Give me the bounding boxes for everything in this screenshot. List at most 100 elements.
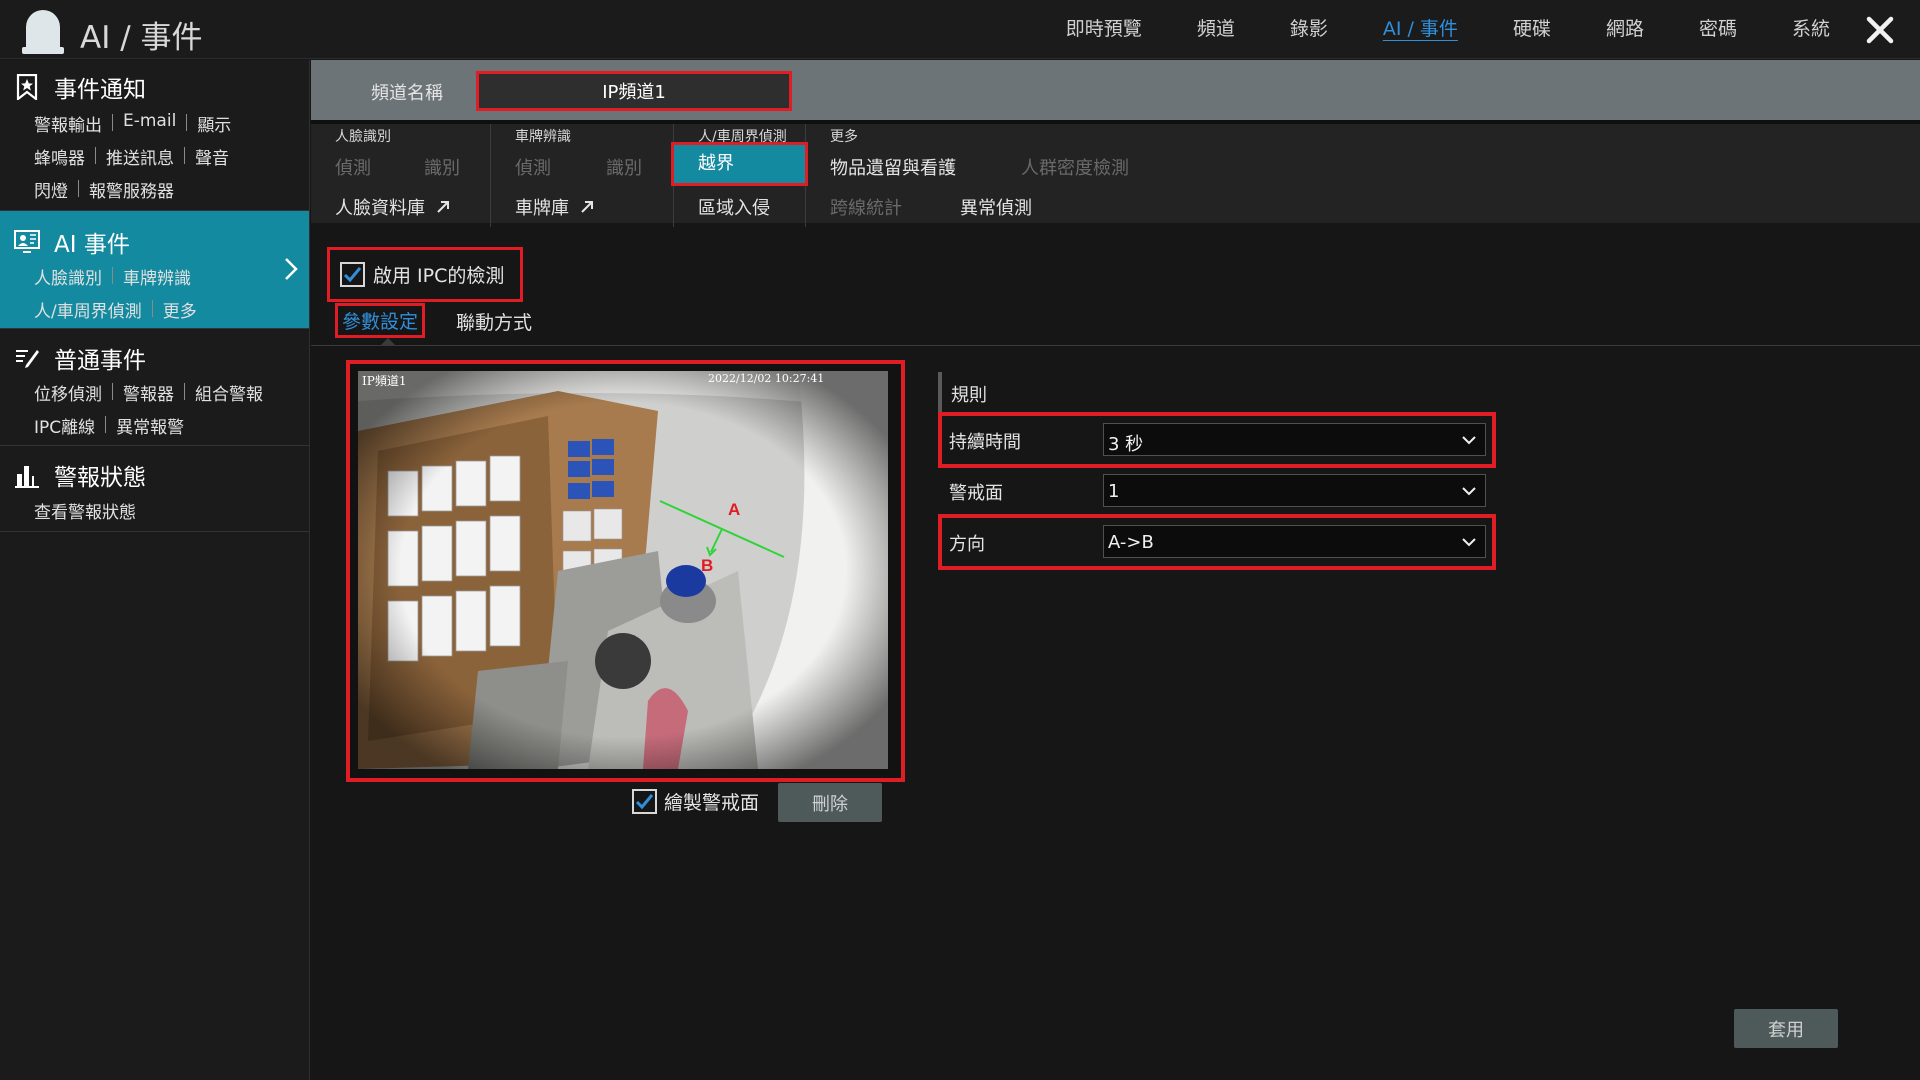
line-label-a: A [728, 500, 740, 519]
tab-plate-detect[interactable]: 偵測 [515, 154, 551, 180]
divider [112, 267, 113, 284]
nav-ai-event[interactable]: AI / 事件 [1383, 14, 1458, 41]
tab-crossline[interactable]: 越界 [671, 142, 808, 186]
check-icon [343, 267, 362, 283]
divider [95, 147, 96, 164]
camera-scene: A B [358, 371, 888, 769]
group-plate: 車牌辨識 偵測 識別 車牌庫 [491, 124, 674, 227]
tab-anomaly[interactable]: 異常偵測 [960, 194, 1032, 220]
apply-button[interactable]: 套用 [1734, 1009, 1838, 1048]
duration-value: 3 秒 [1108, 434, 1144, 455]
divider [184, 147, 185, 164]
direction-label: 方向 [949, 534, 985, 555]
tab-crowd-density[interactable]: 人群密度檢測 [1021, 154, 1129, 180]
sidebar-head-normal-event[interactable]: 普通事件 [14, 341, 146, 375]
nav-disk[interactable]: 硬碟 [1513, 14, 1551, 41]
sidebar-row: 位移偵測 警報器 組合警報 [34, 380, 263, 405]
draw-zone-checkbox[interactable]: 繪製警戒面 [632, 788, 759, 815]
tab-intrusion[interactable]: 區域入侵 [698, 194, 770, 220]
sidebar-link-exception[interactable]: 異常報警 [116, 413, 184, 438]
nav-network[interactable]: 網路 [1606, 14, 1644, 41]
sidebar-title-normal-event: 普通事件 [54, 348, 146, 374]
tab-linkage[interactable]: 聯動方式 [456, 308, 532, 335]
chevron-right-icon [285, 258, 298, 280]
sidebar-link-motion[interactable]: 位移偵測 [34, 380, 102, 405]
group-label-face: 人臉識別 [335, 129, 391, 145]
plate-database-label: 車牌庫 [515, 198, 569, 219]
sidebar-link-sensor[interactable]: 警報器 [123, 380, 174, 405]
osd-channel-name: IP頻道1 [362, 374, 407, 388]
camera-view[interactable]: A B IP頻道1 2022/12/02 10:27:41 [358, 371, 888, 769]
sidebar-head-event-notify[interactable]: 事件通知 [14, 70, 146, 104]
ai-monitor-icon [14, 230, 40, 253]
channel-select[interactable]: IP頻道1 [476, 71, 792, 111]
sidebar-link-display[interactable]: 顯示 [197, 111, 231, 136]
external-link-icon [581, 201, 593, 213]
tab-indicator [380, 338, 396, 346]
zone-value: 1 [1108, 481, 1120, 502]
divider [78, 180, 79, 197]
sidebar-link-face[interactable]: 人臉識別 [34, 264, 102, 289]
bookmark-star-icon [16, 74, 38, 100]
nav-record[interactable]: 錄影 [1290, 14, 1328, 41]
sidebar-link-buzzer[interactable]: 蜂鳴器 [34, 144, 85, 169]
sidebar-link-more[interactable]: 更多 [163, 297, 197, 322]
sidebar: 事件通知 警報輸出 E-mail 顯示 蜂鳴器 推送訊息 聲音 閃燈 報警服務器 [0, 60, 310, 1080]
sidebar-head-ai-event[interactable]: AI 事件 [14, 225, 130, 259]
group-label-more: 更多 [830, 129, 858, 145]
tab-params[interactable]: 參數設定 [334, 303, 426, 338]
sidebar-row: 閃燈 報警服務器 [34, 177, 174, 202]
sidebar-title-event-notify: 事件通知 [54, 77, 146, 103]
zone-select[interactable]: 1 [1103, 474, 1486, 507]
sidebar-link-alarm-server[interactable]: 報警服務器 [89, 177, 174, 202]
duration-select[interactable]: 3 秒 [1103, 423, 1486, 456]
sidebar-link-sound[interactable]: 聲音 [195, 144, 229, 169]
sidebar-link-alarm-output[interactable]: 警報輸出 [34, 111, 102, 136]
sidebar-link-view-status[interactable]: 查看警報狀態 [34, 498, 136, 523]
sidebar-link-email[interactable]: E-mail [123, 111, 176, 136]
sidebar-title-alarm-status: 警報狀態 [54, 465, 146, 491]
nav-system[interactable]: 系統 [1792, 14, 1830, 41]
divider [151, 300, 153, 317]
tab-object-left[interactable]: 物品遺留與看護 [830, 154, 956, 180]
enable-ipc-checkbox[interactable]: 啟用 IPC的檢測 [327, 247, 523, 302]
top-bar: AI / 事件 即時預覽 頻道 錄影 AI / 事件 硬碟 網路 密碼 系統 [0, 0, 1920, 59]
nav-channel[interactable]: 頻道 [1197, 14, 1235, 41]
check-icon [635, 794, 654, 810]
chevron-down-icon [1462, 487, 1476, 496]
sidebar-link-plate[interactable]: 車牌辨識 [123, 264, 191, 289]
top-nav: 即時預覽 頻道 錄影 AI / 事件 硬碟 網路 密碼 系統 [1011, 14, 1830, 41]
rule-zone-row: 警戒面 1 [942, 467, 1492, 515]
function-tabs: 人臉識別 偵測 識別 人臉資料庫 車牌辨識 偵測 識別 車牌庫 人/車周界偵測 … [311, 120, 1920, 227]
app-title: AI / 事件 [80, 20, 203, 56]
group-label-perimeter: 人/車周界偵測 [698, 129, 787, 145]
sidebar-link-push[interactable]: 推送訊息 [106, 144, 174, 169]
sidebar-link-combined[interactable]: 組合警報 [195, 380, 263, 405]
close-icon[interactable] [1862, 12, 1898, 48]
alarm-bell-icon [22, 10, 64, 54]
tab-plate-recognize[interactable]: 識別 [606, 154, 642, 180]
sub-tabs: 參數設定 聯動方式 [311, 300, 1920, 346]
sidebar-head-alarm-status[interactable]: 警報狀態 [14, 458, 146, 492]
external-link-icon [437, 201, 449, 213]
checkbox-box [632, 789, 657, 814]
rule-direction-row: 方向 A->B [938, 514, 1496, 570]
bar-chart-icon [15, 466, 39, 488]
group-perimeter: 人/車周界偵測 越界 區域入侵 [671, 124, 808, 227]
direction-select[interactable]: A->B [1103, 525, 1486, 558]
delete-button[interactable]: 刪除 [778, 783, 882, 822]
sidebar-link-perimeter[interactable]: 人/車周界偵測 [34, 297, 142, 322]
video-preview[interactable]: A B IP頻道1 2022/12/02 10:27:41 [346, 360, 905, 782]
tab-face-database[interactable]: 人臉資料庫 [335, 194, 451, 220]
tab-face-recognize[interactable]: 識別 [424, 154, 460, 180]
sidebar-section-alarm-status: 警報狀態 查看警報狀態 [0, 446, 309, 532]
nav-live-preview[interactable]: 即時預覽 [1066, 14, 1142, 41]
sidebar-link-flash[interactable]: 閃燈 [34, 177, 68, 202]
sidebar-row: 查看警報狀態 [34, 498, 136, 523]
nav-password[interactable]: 密碼 [1699, 14, 1737, 41]
tab-cross-count[interactable]: 跨線統計 [830, 194, 902, 220]
sidebar-link-ipc-offline[interactable]: IPC離線 [34, 413, 95, 438]
tab-plate-database[interactable]: 車牌庫 [515, 194, 595, 220]
direction-value: A->B [1108, 532, 1154, 553]
tab-face-detect[interactable]: 偵測 [335, 154, 371, 180]
